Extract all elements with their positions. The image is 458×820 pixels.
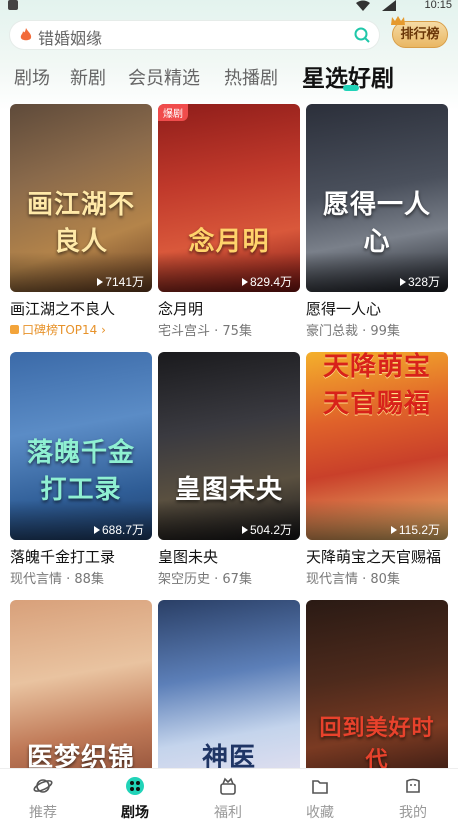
drama-meta: 架空历史 · 67集 xyxy=(158,572,252,587)
nav-recommend[interactable]: 推荐 xyxy=(13,769,73,820)
notification-icon xyxy=(8,0,18,10)
hot-badge: 爆剧 xyxy=(158,104,188,121)
nav-welfare[interactable]: 福利 xyxy=(198,769,258,820)
signal-icon xyxy=(382,0,396,11)
search-icon[interactable] xyxy=(354,27,370,43)
nav-label: 推荐 xyxy=(29,805,57,820)
tab-theater[interactable]: 剧场 xyxy=(14,64,50,90)
poster-title: 画江湖不良人 xyxy=(26,190,135,257)
drama-poster[interactable]: 回到美好时代 xyxy=(306,600,448,768)
planet-icon xyxy=(33,779,53,793)
poster-title: 回到美好时代 xyxy=(319,716,435,768)
view-count: 115.2万 xyxy=(390,521,440,538)
search-keyword: 错婚姻缘 xyxy=(38,29,103,48)
view-count-text: 7141万 xyxy=(105,275,144,289)
drama-poster[interactable]: 落魄千金打工录 688.7万 xyxy=(10,352,152,540)
nav-label: 我的 xyxy=(399,805,427,820)
search-bar[interactable]: 错婚姻缘 xyxy=(10,21,379,49)
category-tabs: 剧场 新剧 会员精选 热播剧 星选好剧 xyxy=(0,58,458,98)
view-count-text: 115.2万 xyxy=(398,523,440,537)
drama-meta: 现代言情 · 80集 xyxy=(306,572,400,587)
view-count-text: 688.7万 xyxy=(101,523,144,537)
drama-poster[interactable]: 神医 xyxy=(158,600,300,768)
nav-profile[interactable]: 我的 xyxy=(383,769,443,820)
drama-grid: 画江湖不良人 7141万 画江湖之不良人 口碑榜TOP14 › 爆剧 念月明 8… xyxy=(0,103,458,768)
drama-title[interactable]: 愿得一人心 xyxy=(306,298,454,319)
drama-title[interactable]: 天降萌宝之天官赐福 xyxy=(306,546,454,567)
gift-icon xyxy=(220,777,236,795)
play-icon xyxy=(93,526,100,534)
drama-poster[interactable]: 画江湖不良人 7141万 xyxy=(10,104,152,292)
clock: 10:15 xyxy=(424,0,452,11)
status-bar: 10:15 xyxy=(0,0,458,14)
film-reel-icon xyxy=(126,777,144,795)
play-icon xyxy=(390,526,397,534)
nav-label: 福利 xyxy=(214,805,242,820)
view-count-text: 328万 xyxy=(407,275,440,289)
nav-label: 收藏 xyxy=(306,805,334,820)
view-count: 328万 xyxy=(399,273,440,290)
profile-icon xyxy=(406,778,420,793)
play-icon xyxy=(399,278,406,286)
view-count-text: 504.2万 xyxy=(249,523,292,537)
drama-poster[interactable]: 愿得一人心 328万 xyxy=(306,104,448,292)
view-count: 504.2万 xyxy=(241,521,292,538)
rank-tag-icon xyxy=(10,325,19,334)
drama-title[interactable]: 念月明 xyxy=(158,298,306,319)
poster-title: 医梦织锦 xyxy=(26,743,135,768)
poster-title: 天降萌宝天官赐福 xyxy=(322,352,431,419)
play-icon xyxy=(97,278,104,286)
flame-icon xyxy=(20,28,32,41)
drama-poster[interactable]: 天降萌宝天官赐福 115.2万 xyxy=(306,352,448,540)
drama-title[interactable]: 画江湖之不良人 xyxy=(10,298,158,319)
poster-title: 愿得一人心 xyxy=(322,190,431,257)
tab-new[interactable]: 新剧 xyxy=(70,64,106,90)
drama-poster[interactable]: 医梦织锦 xyxy=(10,600,152,768)
view-count: 7141万 xyxy=(97,273,144,290)
drama-poster[interactable]: 爆剧 念月明 829.4万 xyxy=(158,104,300,292)
tab-hot[interactable]: 热播剧 xyxy=(224,64,278,90)
rank-list-button[interactable]: 排行榜 xyxy=(391,16,448,48)
nav-theater[interactable]: 剧场 xyxy=(105,769,165,820)
bottom-nav: 推荐 剧场 福利 收藏 我的 xyxy=(0,768,458,820)
rank-tag-text: 口碑榜TOP14 xyxy=(22,323,98,337)
drama-meta: 宅斗宫斗 · 75集 xyxy=(158,324,252,339)
nav-label: 剧场 xyxy=(121,805,149,820)
rank-tag[interactable]: 口碑榜TOP14 › xyxy=(10,321,106,338)
drama-meta: 豪门总裁 · 99集 xyxy=(306,324,400,339)
view-count: 688.7万 xyxy=(93,521,144,538)
tab-vip-picks[interactable]: 会员精选 xyxy=(128,64,200,90)
drama-title[interactable]: 皇图未央 xyxy=(158,546,306,567)
poster-title: 落魄千金打工录 xyxy=(26,438,135,505)
folder-icon xyxy=(312,780,328,794)
play-icon xyxy=(241,526,248,534)
wifi-icon xyxy=(356,0,370,11)
drama-poster[interactable]: 皇图未央 504.2万 xyxy=(158,352,300,540)
active-tab-indicator xyxy=(343,85,359,91)
play-icon xyxy=(241,278,248,286)
view-count-text: 829.4万 xyxy=(249,275,292,289)
nav-favorites[interactable]: 收藏 xyxy=(290,769,350,820)
rank-list-label: 排行榜 xyxy=(400,27,440,42)
crown-icon xyxy=(391,16,405,25)
poster-title: 神医 xyxy=(201,743,256,768)
drama-title[interactable]: 落魄千金打工录 xyxy=(10,546,158,567)
drama-meta: 现代言情 · 88集 xyxy=(10,572,104,587)
view-count: 829.4万 xyxy=(241,273,292,290)
